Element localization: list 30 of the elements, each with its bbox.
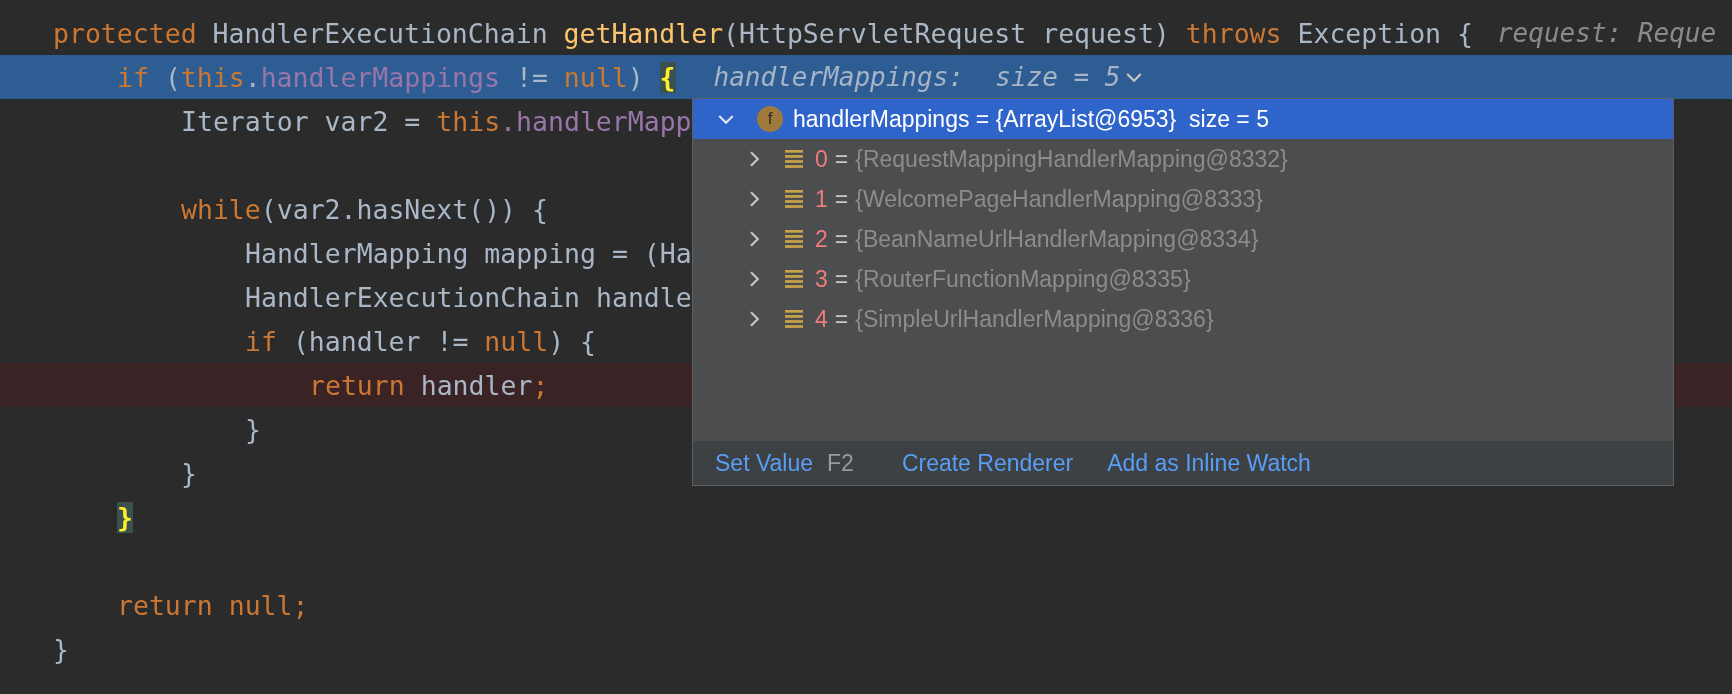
- code-line: protected HandlerExecutionChain getHandler(HttpServletRequest request) throws Exception {: [53, 17, 1473, 49]
- code-line: while(var2.hasNext()) {: [181, 193, 548, 225]
- code-line: }: [53, 633, 69, 665]
- code-line: HandlerMapping mapping = (Ha: [245, 237, 692, 269]
- inline-value-hint: handlerMappings: size = 5: [713, 62, 1121, 92]
- tree-row[interactable]: 3 = {RouterFunctionMapping@8335}: [693, 259, 1673, 299]
- inline-value-hint: request: Reque: [1496, 18, 1717, 48]
- tree-row[interactable]: 4 = {SimpleUrlHandlerMapping@8336}: [693, 299, 1673, 339]
- code-line: HandlerExecutionChain handle: [245, 281, 692, 313]
- list-icon: [785, 270, 803, 288]
- tree-row[interactable]: 1 = {WelcomePageHandlerMapping@8333}: [693, 179, 1673, 219]
- shortcut-hint: F2: [827, 449, 854, 477]
- create-renderer-link[interactable]: Create Renderer: [901, 449, 1074, 477]
- list-icon: [785, 190, 803, 208]
- add-inline-watch-link[interactable]: Add as Inline Watch: [1107, 449, 1311, 477]
- tree-row[interactable]: 0 = {RequestMappingHandlerMapping@8332}: [693, 139, 1673, 179]
- tree-row[interactable]: 2 = {BeanNameUrlHandlerMapping@8334}: [693, 219, 1673, 259]
- tree-row[interactable]: f handlerMappings = {ArrayList@6953} size = 5: [693, 99, 1673, 139]
- list-icon: [785, 150, 803, 168]
- field-badge-icon: f: [757, 106, 783, 132]
- code-line: }: [245, 413, 261, 445]
- list-icon: [785, 230, 803, 248]
- code-line: return null;: [117, 589, 309, 621]
- code-line: if (handler != null) {: [245, 325, 597, 357]
- code-line: if (this.handlerMappings != null) {: [117, 61, 676, 93]
- list-icon: [785, 310, 803, 328]
- set-value-link[interactable]: Set Value: [715, 449, 814, 477]
- code-line: return handler;: [309, 369, 549, 401]
- code-line: Iterator var2 = this.handlerMapp: [181, 105, 692, 137]
- code-line: }: [181, 457, 197, 489]
